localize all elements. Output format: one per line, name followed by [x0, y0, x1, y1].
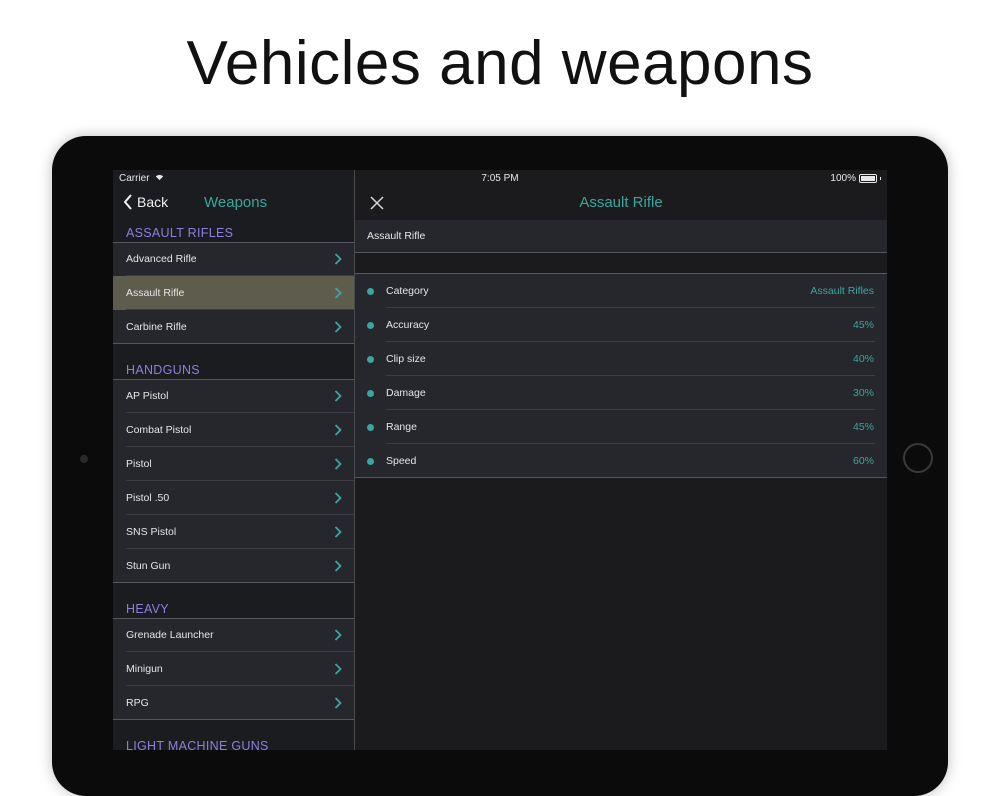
bullet-dot — [367, 390, 374, 397]
list-item-label: Pistol — [126, 458, 152, 470]
stat-value: 30% — [852, 387, 874, 399]
stat-row: Clip size 40% — [355, 342, 887, 376]
weapons-list[interactable]: ASSAULT RIFLES Advanced Rifle Assault Rifl… — [113, 220, 354, 750]
status-bar: Carrier 7:05 PM 100% — [113, 170, 887, 188]
list-item[interactable]: Pistol — [113, 447, 354, 481]
chevron-right-icon — [334, 458, 342, 470]
list-item[interactable]: Carbine Rifle — [113, 310, 354, 344]
section-header: ASSAULT RIFLES — [126, 226, 234, 240]
battery: 100% — [830, 173, 881, 184]
stat-row: Accuracy 45% — [355, 308, 887, 342]
battery-icon — [859, 174, 877, 183]
list-item-label: SNS Pistol — [126, 526, 177, 538]
bullet-dot — [367, 424, 374, 431]
master-navbar: Back Weapons — [113, 188, 354, 220]
master-pane: Back Weapons ASSAULT RIFLES Advanced Rifl… — [113, 170, 355, 750]
stat-row: Damage 30% — [355, 376, 887, 410]
section-header: LIGHT MACHINE GUNS — [126, 739, 269, 750]
list-item-label: AP Pistol — [126, 390, 169, 402]
section-header: HEAVY — [126, 602, 169, 616]
section-header: HANDGUNS — [126, 363, 200, 377]
weapon-name: Assault Rifle — [367, 230, 426, 242]
list-item-label: RPG — [126, 697, 149, 709]
bullet-dot — [367, 322, 374, 329]
stat-value: 40% — [852, 353, 874, 365]
stat-label: Clip size — [386, 353, 426, 365]
stats-list: Category Assault Rifles Accuracy 45% Clip si… — [355, 274, 887, 478]
chevron-right-icon — [334, 629, 342, 641]
back-label: Back — [137, 194, 169, 210]
list-item[interactable]: Pistol .50 — [113, 481, 354, 515]
stat-value: Assault Rifles — [810, 285, 874, 297]
app-screen: Back Weapons ASSAULT RIFLES Advanced Rifl… — [113, 170, 887, 750]
stat-row: Range 45% — [355, 410, 887, 444]
list-item[interactable]: AP Pistol — [113, 379, 354, 413]
detail-pane: Assault Rifle Assault Rifle Category Assa… — [355, 170, 887, 750]
camera — [80, 455, 88, 463]
list-item[interactable]: RPG — [113, 686, 354, 720]
master-title: Weapons — [204, 194, 268, 211]
list-item-label: Stun Gun — [126, 560, 171, 572]
home-button[interactable] — [903, 443, 933, 473]
list-item[interactable]: Advanced Rifle — [113, 242, 354, 276]
list-item-label: Pistol .50 — [126, 492, 170, 504]
back-button[interactable]: Back — [123, 194, 168, 210]
bullet-dot — [367, 288, 374, 295]
stat-row: Category Assault Rifles — [355, 274, 887, 308]
detail-title: Assault Rifle — [579, 194, 663, 211]
list-item-label: Advanced Rifle — [126, 253, 197, 265]
stat-value: 45% — [852, 421, 874, 433]
chevron-right-icon — [334, 321, 342, 333]
chevron-right-icon — [334, 663, 342, 675]
bullet-dot — [367, 458, 374, 465]
stat-value: 45% — [852, 319, 874, 331]
bullet-dot — [367, 356, 374, 363]
stat-row: Speed 60% — [355, 444, 887, 478]
detail-navbar: Assault Rifle — [355, 188, 887, 221]
list-item[interactable]: Stun Gun — [113, 549, 354, 583]
chevron-right-icon — [334, 697, 342, 709]
chevron-right-icon — [334, 492, 342, 504]
battery-percent: 100% — [830, 173, 856, 184]
stat-value: 60% — [852, 455, 874, 467]
stat-label: Accuracy — [386, 319, 430, 331]
list-item-label: Assault Rifle — [126, 287, 185, 299]
headline: Vehicles and weapons — [186, 29, 814, 98]
weapon-name-row: Assault Rifle — [355, 220, 887, 253]
list-item[interactable]: Minigun — [113, 652, 354, 686]
clock: 7:05 PM — [481, 173, 519, 184]
chevron-right-icon — [334, 560, 342, 572]
list-item-label: Grenade Launcher — [126, 629, 214, 641]
chevron-right-icon — [334, 287, 342, 299]
list-item[interactable]: Combat Pistol — [113, 413, 354, 447]
list-item[interactable]: Assault Rifle — [113, 276, 354, 310]
list-item[interactable]: Grenade Launcher — [113, 618, 354, 652]
stat-label: Category — [386, 285, 429, 297]
back-chevron-icon — [123, 194, 132, 210]
list-item[interactable]: SNS Pistol — [113, 515, 354, 549]
list-item-label: Combat Pistol — [126, 424, 192, 436]
stat-label: Damage — [386, 387, 426, 399]
list-item-label: Carbine Rifle — [126, 321, 187, 333]
chevron-right-icon — [334, 424, 342, 436]
chevron-right-icon — [334, 390, 342, 402]
spacer — [355, 253, 887, 274]
chevron-right-icon — [334, 526, 342, 538]
stat-label: Speed — [386, 455, 417, 467]
list-item-label: Minigun — [126, 663, 163, 675]
stat-label: Range — [386, 421, 417, 433]
chevron-right-icon — [334, 253, 342, 265]
